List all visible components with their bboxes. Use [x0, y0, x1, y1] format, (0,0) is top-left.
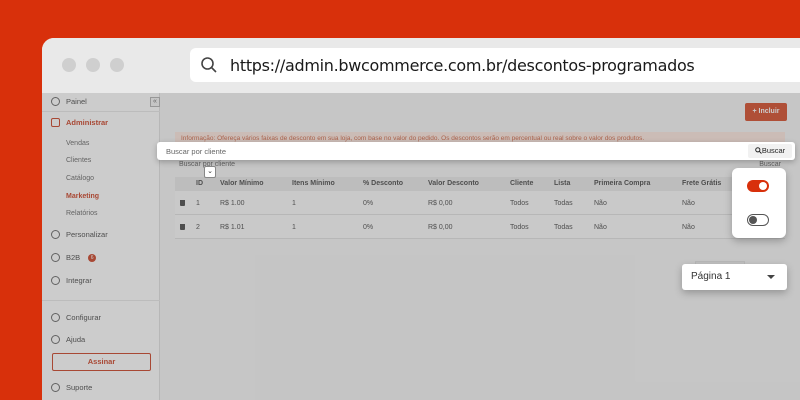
window-dot-minimize[interactable] [86, 58, 100, 72]
url-text: https://admin.bwcommerce.com.br/desconto… [230, 56, 695, 75]
toggle-off-switch[interactable] [747, 214, 769, 226]
toggle-knob [749, 216, 757, 224]
page-select-value: Página 1 [691, 271, 731, 282]
chevron-down-icon [767, 275, 775, 279]
chevron-down-icon[interactable]: ⌄ [204, 166, 216, 178]
search-icon [755, 147, 762, 154]
app-area: « Painel Administrar Vendas Clientes Cat… [42, 93, 800, 400]
toggle-on-switch[interactable] [747, 180, 769, 192]
browser-window: https://admin.bwcommerce.com.br/desconto… [42, 38, 800, 400]
window-dot-maximize[interactable] [110, 58, 124, 72]
toggle-card [732, 168, 786, 238]
search-icon [201, 57, 217, 73]
search-bar-highlight[interactable]: Buscar por cliente Buscar [157, 142, 795, 160]
toggle-knob [759, 182, 767, 190]
window-dot-close[interactable] [62, 58, 76, 72]
browser-chrome: https://admin.bwcommerce.com.br/desconto… [42, 38, 800, 93]
address-bar[interactable]: https://admin.bwcommerce.com.br/desconto… [190, 48, 800, 82]
search-button[interactable]: Buscar [748, 144, 792, 158]
search-input[interactable]: Buscar por cliente [166, 147, 226, 156]
search-button-label: Buscar [761, 146, 786, 155]
page-select[interactable]: Página 1 [682, 264, 787, 290]
dim-overlay [42, 93, 800, 400]
